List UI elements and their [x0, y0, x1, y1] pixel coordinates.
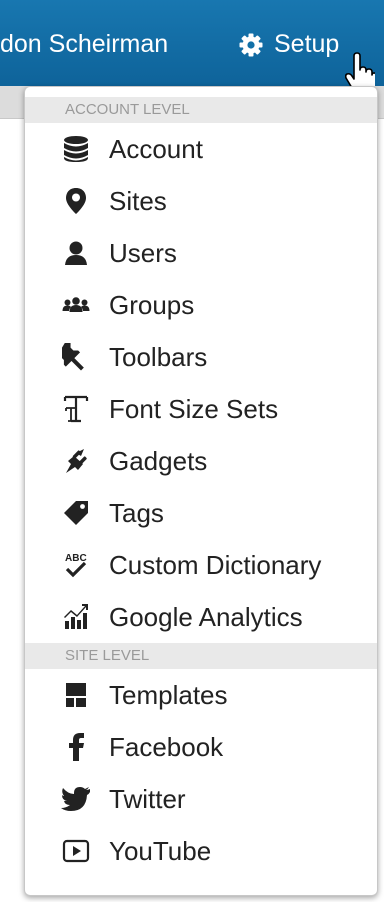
menu-item-label: Sites — [109, 185, 167, 216]
spellcheck-icon: ABC — [53, 550, 99, 580]
menu-item-label: Users — [109, 237, 177, 268]
map-marker-icon — [53, 186, 99, 216]
twitter-icon — [53, 784, 99, 814]
menu-item-custom-dictionary[interactable]: ABC Custom Dictionary — [25, 539, 377, 591]
section-header-account-level: ACCOUNT LEVEL — [25, 97, 377, 123]
setup-label: Setup — [274, 30, 340, 58]
plug-icon — [53, 446, 99, 476]
menu-item-google-analytics[interactable]: Google Analytics — [25, 591, 377, 643]
menu-item-sites[interactable]: Sites — [25, 175, 377, 227]
menu-item-twitter[interactable]: Twitter — [25, 773, 377, 825]
menu-item-templates[interactable]: Templates — [25, 669, 377, 721]
menu-item-label: Account — [109, 133, 203, 164]
menu-item-label: YouTube — [109, 835, 212, 866]
menu-item-label: Groups — [109, 289, 195, 320]
user-icon — [53, 238, 99, 268]
menu-item-label: Custom Dictionary — [109, 549, 322, 580]
menu-item-label: Templates — [109, 679, 228, 710]
menu-item-users[interactable]: Users — [25, 227, 377, 279]
top-navbar: don Scheirman Setup — [0, 0, 384, 96]
menu-item-label: Tags — [109, 497, 164, 528]
menu-item-label: Font Size Sets — [109, 393, 279, 424]
menu-item-label: Gadgets — [109, 445, 208, 476]
setup-menu-button[interactable]: Setup — [238, 30, 339, 59]
menu-item-tags[interactable]: Tags — [25, 487, 377, 539]
section-header-site-level: SITE LEVEL — [25, 643, 377, 669]
menu-item-groups[interactable]: Groups — [25, 279, 377, 331]
setup-dropdown-menu: ACCOUNT LEVEL Account Sites Users Groups… — [24, 86, 378, 896]
user-name-link[interactable]: don Scheirman — [0, 30, 168, 59]
menu-item-toolbars[interactable]: Toolbars — [25, 331, 377, 383]
database-icon — [53, 134, 99, 164]
menu-item-facebook[interactable]: Facebook — [25, 721, 377, 773]
menu-item-label: Toolbars — [109, 341, 208, 372]
menu-item-gadgets[interactable]: Gadgets — [25, 435, 377, 487]
youtube-icon — [53, 836, 99, 866]
facebook-icon — [53, 732, 99, 762]
menu-item-youtube[interactable]: YouTube — [25, 825, 377, 877]
tag-icon — [53, 498, 99, 528]
menu-item-account[interactable]: Account — [25, 123, 377, 175]
group-icon — [53, 290, 99, 320]
menu-item-font-size-sets[interactable]: Font Size Sets — [25, 383, 377, 435]
text-height-icon — [53, 394, 99, 424]
menu-item-label: Twitter — [109, 783, 186, 814]
analytics-icon — [53, 602, 99, 632]
wrench-icon — [53, 342, 99, 372]
menu-item-label: Google Analytics — [109, 601, 303, 632]
gear-icon — [238, 32, 264, 58]
template-icon — [53, 680, 99, 710]
menu-item-label: Facebook — [109, 731, 224, 762]
